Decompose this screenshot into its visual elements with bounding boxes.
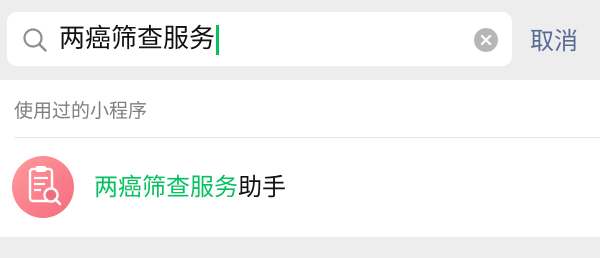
search-bar: 两癌筛查服务 取消: [0, 0, 600, 80]
search-icon: [21, 26, 49, 54]
search-results-panel: 使用过的小程序 两癌筛查服务助手: [0, 80, 600, 237]
search-box[interactable]: 两癌筛查服务: [7, 12, 512, 66]
result-title-highlight: 两癌筛查服务: [94, 173, 238, 201]
divider: [14, 137, 600, 138]
section-header-used-mini-programs: 使用过的小程序: [14, 100, 148, 122]
clear-icon[interactable]: [474, 28, 498, 52]
search-input[interactable]: 两癌筛查服务: [59, 23, 215, 55]
result-title: 两癌筛查服务助手: [94, 170, 286, 204]
text-caret: [216, 25, 219, 55]
cancel-button[interactable]: 取消: [530, 24, 578, 58]
list-item[interactable]: 两癌筛查服务助手: [0, 140, 600, 235]
mini-program-document-icon: [12, 156, 74, 218]
result-title-rest: 助手: [238, 173, 286, 201]
bottom-separator: [0, 237, 600, 258]
